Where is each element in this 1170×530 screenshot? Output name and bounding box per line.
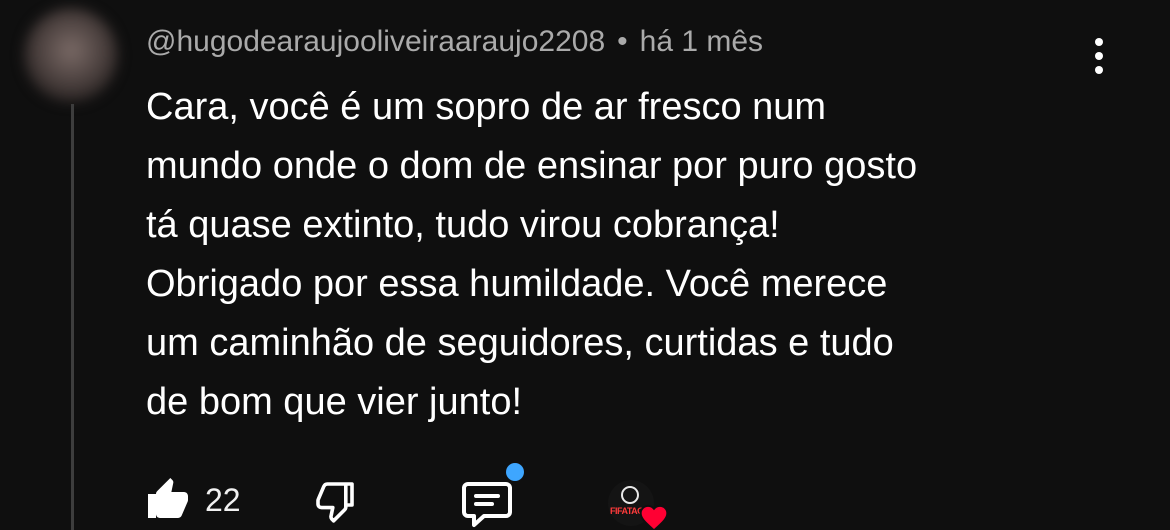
comment-action-bar: 22 FIFATAG xyxy=(0,463,1170,530)
header-separator: • xyxy=(617,25,628,58)
like-button[interactable] xyxy=(144,476,192,524)
like-count: 22 xyxy=(205,482,241,518)
commenter-avatar[interactable] xyxy=(24,8,118,102)
comment-line: Cara, você é um sopro de ar fresco num xyxy=(146,86,827,128)
comment-line: de bom que vier junto! xyxy=(146,381,523,423)
comment-line: um caminhão de seguidores, curtidas e tu… xyxy=(146,322,894,364)
dislike-button[interactable] xyxy=(313,476,361,526)
kebab-menu-icon[interactable] xyxy=(1082,34,1116,78)
thumbs-down-outline-icon xyxy=(316,482,354,523)
notification-dot xyxy=(506,463,524,481)
comment-line: mundo onde o dom de ensinar por puro gos… xyxy=(146,145,918,187)
comment-line: Obrigado por essa humildade. Você merece xyxy=(146,263,888,305)
creator-logo-face-icon xyxy=(621,486,639,504)
thumbs-up-filled-icon xyxy=(148,478,188,518)
comment-reply-icon xyxy=(462,482,512,527)
reply-button[interactable] xyxy=(460,478,514,530)
heart-icon xyxy=(639,504,669,530)
thread-line xyxy=(71,104,74,530)
comment-header: @hugodearaujooliveiraaraujo2208 • há 1 m… xyxy=(146,22,763,62)
comment-author[interactable]: @hugodearaujooliveiraaraujo2208 xyxy=(146,25,605,59)
comment-body: Cara, você é um sopro de ar fresco num m… xyxy=(146,78,1106,432)
comment-line: tá quase extinto, tudo virou cobrança! xyxy=(146,204,780,246)
comment-timestamp[interactable]: há 1 mês xyxy=(640,25,763,59)
